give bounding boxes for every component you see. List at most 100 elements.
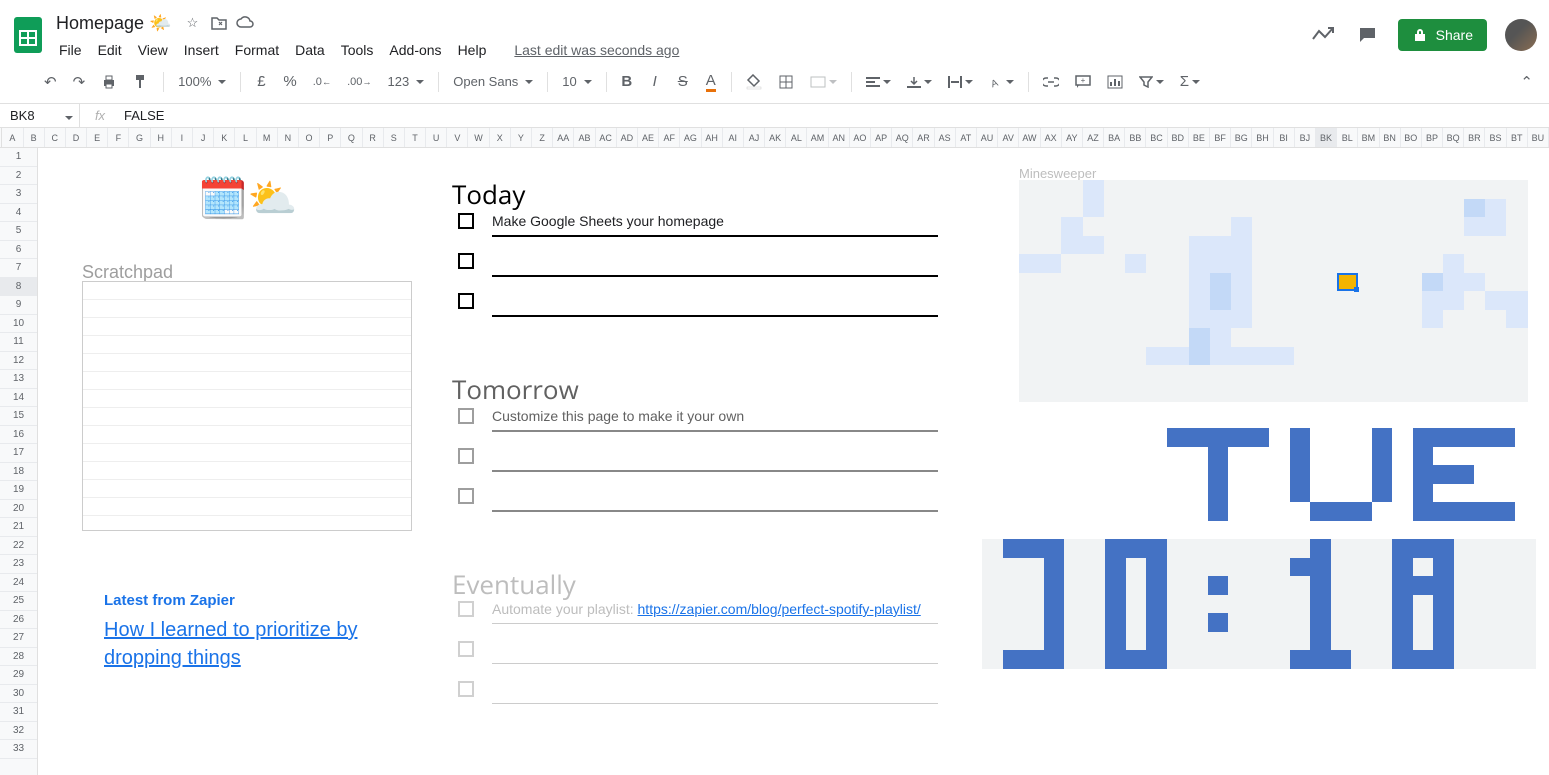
col-header-BQ[interactable]: BQ	[1443, 128, 1464, 147]
menu-view[interactable]: View	[131, 38, 175, 62]
col-header-B[interactable]: B	[24, 128, 45, 147]
move-icon[interactable]	[210, 14, 228, 32]
col-header-AU[interactable]: AU	[977, 128, 998, 147]
menu-edit[interactable]: Edit	[91, 38, 129, 62]
col-header-R[interactable]: R	[363, 128, 384, 147]
col-header-Q[interactable]: Q	[341, 128, 362, 147]
col-header-BK[interactable]: BK	[1316, 128, 1337, 147]
row-header-18[interactable]: 18	[0, 463, 37, 482]
star-icon[interactable]: ☆	[184, 14, 202, 32]
col-header-AZ[interactable]: AZ	[1083, 128, 1104, 147]
col-header-AC[interactable]: AC	[596, 128, 617, 147]
scratchpad-box[interactable]	[82, 281, 412, 531]
text-color-button[interactable]: A	[699, 69, 723, 95]
col-header-AS[interactable]: AS	[935, 128, 956, 147]
doc-title[interactable]: Homepage 🌤️	[52, 11, 176, 36]
row-header-11[interactable]: 11	[0, 333, 37, 352]
blog-link[interactable]: How I learned to prioritize by dropping …	[104, 616, 404, 672]
row-header-14[interactable]: 14	[0, 389, 37, 408]
menu-file[interactable]: File	[52, 38, 89, 62]
col-header-AV[interactable]: AV	[998, 128, 1019, 147]
col-header-AF[interactable]: AF	[659, 128, 680, 147]
row-header-26[interactable]: 26	[0, 611, 37, 630]
col-header-AE[interactable]: AE	[638, 128, 659, 147]
increase-decimal-button[interactable]: .00→	[341, 69, 377, 95]
menu-tools[interactable]: Tools	[334, 38, 381, 62]
col-header-K[interactable]: K	[214, 128, 235, 147]
col-header-BB[interactable]: BB	[1125, 128, 1146, 147]
col-header-AQ[interactable]: AQ	[892, 128, 913, 147]
row-header-22[interactable]: 22	[0, 537, 37, 556]
row-header-31[interactable]: 31	[0, 703, 37, 722]
rotate-button[interactable]: A	[983, 69, 1020, 95]
col-header-U[interactable]: U	[426, 128, 447, 147]
valign-button[interactable]	[901, 69, 938, 95]
bold-button[interactable]: B	[615, 69, 639, 95]
row-header-27[interactable]: 27	[0, 629, 37, 648]
minesweeper-grid[interactable]	[1019, 180, 1528, 402]
col-header-BC[interactable]: BC	[1146, 128, 1167, 147]
col-header-AH[interactable]: AH	[702, 128, 723, 147]
col-header-BP[interactable]: BP	[1422, 128, 1443, 147]
row-header-8[interactable]: 8	[0, 278, 37, 297]
row-header-32[interactable]: 32	[0, 722, 37, 741]
row-header-30[interactable]: 30	[0, 685, 37, 704]
col-header-AX[interactable]: AX	[1041, 128, 1062, 147]
format-dropdown[interactable]: 123	[382, 70, 431, 93]
row-header-20[interactable]: 20	[0, 500, 37, 519]
row-header-1[interactable]: 1	[0, 148, 37, 167]
filter-button[interactable]	[1133, 69, 1170, 95]
row-header-4[interactable]: 4	[0, 204, 37, 223]
halign-button[interactable]	[860, 69, 897, 95]
col-header-BH[interactable]: BH	[1252, 128, 1273, 147]
col-header-AJ[interactable]: AJ	[744, 128, 765, 147]
col-header-AM[interactable]: AM	[807, 128, 828, 147]
row-header-9[interactable]: 9	[0, 296, 37, 315]
col-header-X[interactable]: X	[490, 128, 511, 147]
col-header-AD[interactable]: AD	[617, 128, 638, 147]
row-header-3[interactable]: 3	[0, 185, 37, 204]
col-header-BG[interactable]: BG	[1231, 128, 1252, 147]
share-button[interactable]: Share	[1398, 19, 1487, 51]
avatar[interactable]	[1505, 19, 1537, 51]
row-header-17[interactable]: 17	[0, 444, 37, 463]
col-header-P[interactable]: P	[320, 128, 341, 147]
row-header-21[interactable]: 21	[0, 518, 37, 537]
col-header-L[interactable]: L	[235, 128, 256, 147]
col-header-AB[interactable]: AB	[574, 128, 595, 147]
col-header-AG[interactable]: AG	[680, 128, 701, 147]
col-header-BO[interactable]: BO	[1401, 128, 1422, 147]
menu-addons[interactable]: Add-ons	[382, 38, 448, 62]
fill-color-button[interactable]	[740, 69, 768, 95]
col-header-V[interactable]: V	[447, 128, 468, 147]
eventually-link[interactable]: https://zapier.com/blog/perfect-spotify-…	[638, 601, 921, 617]
row-header-15[interactable]: 15	[0, 407, 37, 426]
redo-button[interactable]: ↷	[67, 69, 92, 95]
row-header-5[interactable]: 5	[0, 222, 37, 241]
merge-button[interactable]	[804, 69, 843, 95]
col-header-N[interactable]: N	[278, 128, 299, 147]
row-header-16[interactable]: 16	[0, 426, 37, 445]
decrease-decimal-button[interactable]: .0←	[307, 69, 337, 95]
col-header-AI[interactable]: AI	[723, 128, 744, 147]
col-header-BM[interactable]: BM	[1358, 128, 1379, 147]
col-header-BN[interactable]: BN	[1380, 128, 1401, 147]
row-header-10[interactable]: 10	[0, 315, 37, 334]
formula-input[interactable]: FALSE	[120, 108, 1549, 123]
col-header-BR[interactable]: BR	[1464, 128, 1485, 147]
print-button[interactable]	[95, 69, 123, 95]
col-header-W[interactable]: W	[468, 128, 489, 147]
percent-button[interactable]: %	[277, 69, 302, 95]
sheets-logo[interactable]	[8, 15, 48, 55]
last-edit[interactable]: Last edit was seconds ago	[507, 38, 686, 62]
col-header-BS[interactable]: BS	[1485, 128, 1506, 147]
col-header-AW[interactable]: AW	[1019, 128, 1040, 147]
row-header-2[interactable]: 2	[0, 167, 37, 186]
col-header-BT[interactable]: BT	[1507, 128, 1528, 147]
font-dropdown[interactable]: Open Sans	[447, 70, 539, 93]
col-header-C[interactable]: C	[45, 128, 66, 147]
font-size-dropdown[interactable]: 10	[556, 70, 597, 93]
cloud-icon[interactable]	[236, 14, 254, 32]
menu-insert[interactable]: Insert	[177, 38, 226, 62]
functions-button[interactable]: Σ	[1174, 69, 1206, 95]
